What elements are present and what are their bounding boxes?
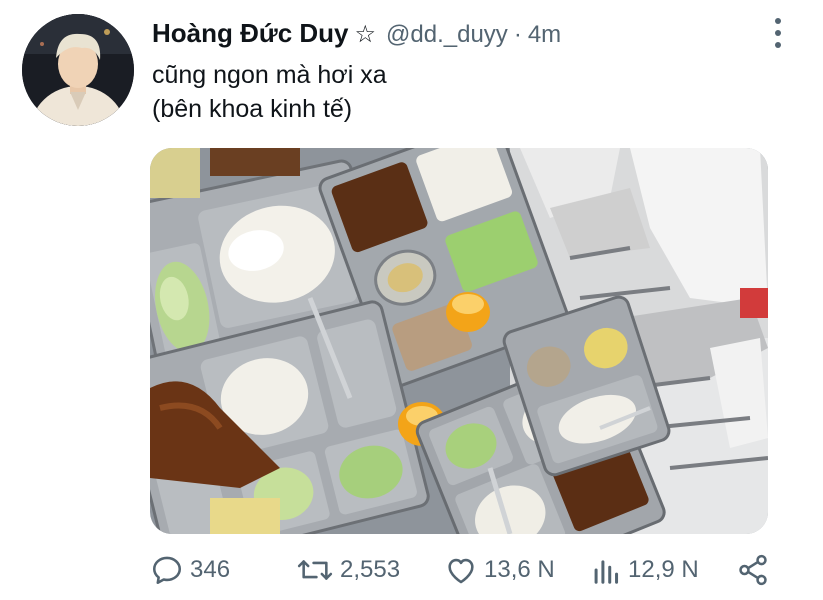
tweet-text: cũng ngon mà hơi xa (bên khoa kinh tế) (152, 58, 387, 126)
reply-icon (152, 556, 182, 585)
reply-button[interactable]: 346 (150, 550, 230, 590)
star-outline-icon: ☆ (354, 21, 377, 48)
tweet-text-line-1: cũng ngon mà hơi xa (152, 61, 387, 89)
share-button[interactable] (736, 550, 770, 590)
views-count: 12,9 N (628, 556, 699, 583)
display-name[interactable]: Hoàng Đức Duy (152, 18, 349, 49)
timestamp[interactable]: 4m (528, 21, 561, 49)
retweet-icon (297, 560, 333, 580)
retweet-button[interactable]: 2,553 (296, 550, 400, 590)
avatar-image (22, 14, 134, 126)
like-count: 13,6 N (484, 556, 555, 583)
more-options-icon[interactable] (768, 18, 788, 48)
tweet-text-line-2: (bên khoa kinh tế) (152, 95, 353, 123)
like-button[interactable]: 13,6 N (444, 550, 555, 590)
retweet-count: 2,553 (340, 556, 401, 583)
views-bar-chart-icon (594, 560, 619, 584)
share-icon (739, 554, 767, 586)
tweet-photo[interactable] (150, 148, 768, 534)
user-handle[interactable]: @dd._duyy (386, 21, 508, 49)
views-button[interactable]: 12,9 N (592, 550, 699, 590)
tweet-actions: 346 2,553 13,6 N 12,9 N (150, 550, 780, 590)
food-trays-photo (150, 148, 768, 534)
separator-dot: · (513, 21, 522, 48)
tweet-header: Hoàng Đức Duy ☆ @dd._duyy · 4m (152, 18, 561, 49)
heart-icon (448, 558, 474, 584)
reply-count: 346 (190, 556, 231, 583)
avatar[interactable] (22, 14, 134, 126)
